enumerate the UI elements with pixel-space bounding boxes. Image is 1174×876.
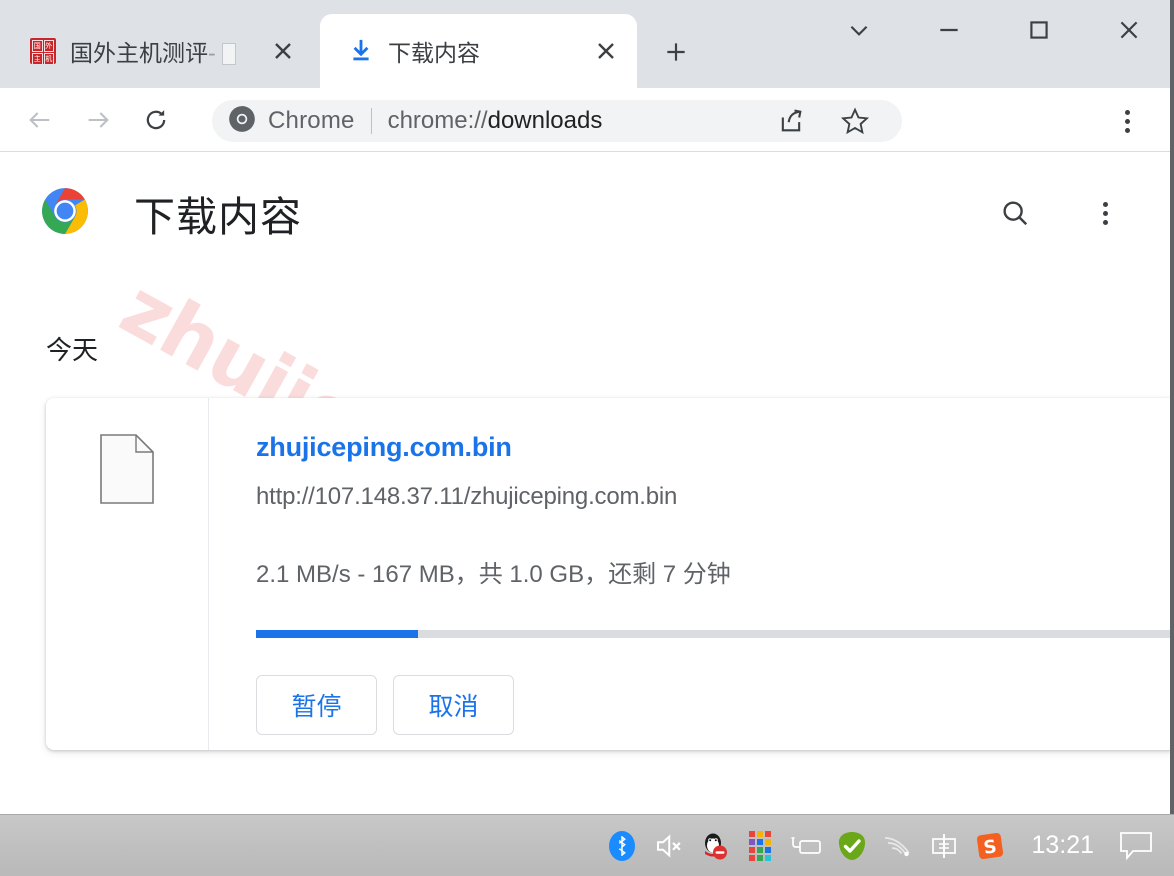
tab-label: 下载内容 — [388, 40, 480, 66]
tab-close-button[interactable] — [591, 36, 621, 66]
browser-window: 国外主机 国外主机测评- 下载内容 Chrome chrome://downlo… — [0, 0, 1174, 876]
download-details: zhujiceping.com.bin http://107.148.37.11… — [209, 398, 1170, 750]
browser-toolbar: Chrome chrome://downloads — [0, 88, 1174, 152]
cancel-button[interactable]: 取消 — [393, 675, 514, 735]
pause-button[interactable]: 暂停 — [256, 675, 377, 735]
tab-strip: 国外主机 国外主机测评- 下载内容 — [0, 0, 1174, 88]
minimize-button[interactable] — [904, 0, 994, 60]
notification-icon[interactable] — [1108, 823, 1164, 869]
three-dot-icon — [1102, 201, 1108, 225]
close-button[interactable] — [1084, 0, 1174, 60]
download-status-text: 2.1 MB/s - 167 MB，共 1.0 GB，还剩 7 分钟 — [256, 561, 731, 588]
taskbar-clock[interactable]: 13:21 — [1031, 831, 1094, 860]
forward-button[interactable] — [72, 94, 124, 146]
system-taskbar: S 13:21 — [0, 814, 1174, 876]
tab-label: 国外主机测评 — [70, 40, 208, 66]
download-icon — [348, 38, 374, 64]
generic-file-icon — [100, 434, 154, 504]
download-item-card: zhujiceping.com.bin http://107.148.37.11… — [46, 398, 1170, 750]
section-label-today: 今天 — [46, 335, 99, 365]
bluetooth-icon[interactable] — [599, 823, 645, 869]
chrome-logo-icon — [40, 186, 90, 236]
maximize-button[interactable] — [994, 0, 1084, 60]
download-source-url: http://107.148.37.11/zhujiceping.com.bin — [256, 483, 678, 510]
qq-icon[interactable] — [691, 823, 737, 869]
page-menu-button[interactable] — [1082, 190, 1128, 236]
back-button[interactable] — [14, 94, 66, 146]
new-tab-button[interactable] — [652, 28, 700, 76]
chrome-logo-icon — [228, 105, 256, 138]
three-dot-icon — [1124, 109, 1130, 133]
volume-muted-icon[interactable] — [645, 823, 691, 869]
reload-button[interactable] — [130, 94, 182, 146]
downloads-page: 下载内容 zhujiceping.com 今天 zhuji — [0, 153, 1170, 814]
tab-title-truncated — [221, 43, 236, 65]
site-favicon: 国外主机 — [30, 38, 56, 64]
browser-menu-button[interactable] — [1104, 98, 1150, 144]
ime-chinese-icon[interactable] — [921, 823, 967, 869]
download-filename-link[interactable]: zhujiceping.com.bin — [256, 432, 512, 463]
share-icon[interactable] — [768, 98, 814, 144]
omnibox-brand-label: Chrome — [268, 107, 355, 134]
search-icon[interactable] — [992, 190, 1038, 236]
omnibox-url: chrome://downloads — [387, 107, 603, 134]
tab-guowai-zhuji-ceping[interactable]: 国外主机 国外主机测评- — [8, 14, 298, 88]
bookmark-star-icon[interactable] — [832, 98, 878, 144]
color-squares-icon[interactable] — [737, 823, 783, 869]
wifi-icon[interactable] — [875, 823, 921, 869]
sogou-icon[interactable]: S — [967, 823, 1013, 869]
download-progress-bar — [256, 630, 1170, 638]
security-check-icon[interactable] — [829, 823, 875, 869]
battery-charging-icon[interactable] — [783, 823, 829, 869]
tab-title-separator: - — [208, 40, 216, 66]
file-icon-column — [46, 398, 209, 750]
download-progress-fill — [256, 630, 418, 638]
omnibox-divider — [370, 108, 372, 134]
tab-downloads[interactable]: 下载内容 — [320, 14, 637, 88]
window-controls — [814, 0, 1174, 60]
window-right-edge — [1170, 0, 1174, 814]
tab-close-button[interactable] — [268, 36, 298, 66]
tab-search-button[interactable] — [814, 0, 904, 60]
page-title: 下载内容 — [134, 194, 302, 240]
download-actions: 暂停 取消 — [256, 675, 514, 735]
